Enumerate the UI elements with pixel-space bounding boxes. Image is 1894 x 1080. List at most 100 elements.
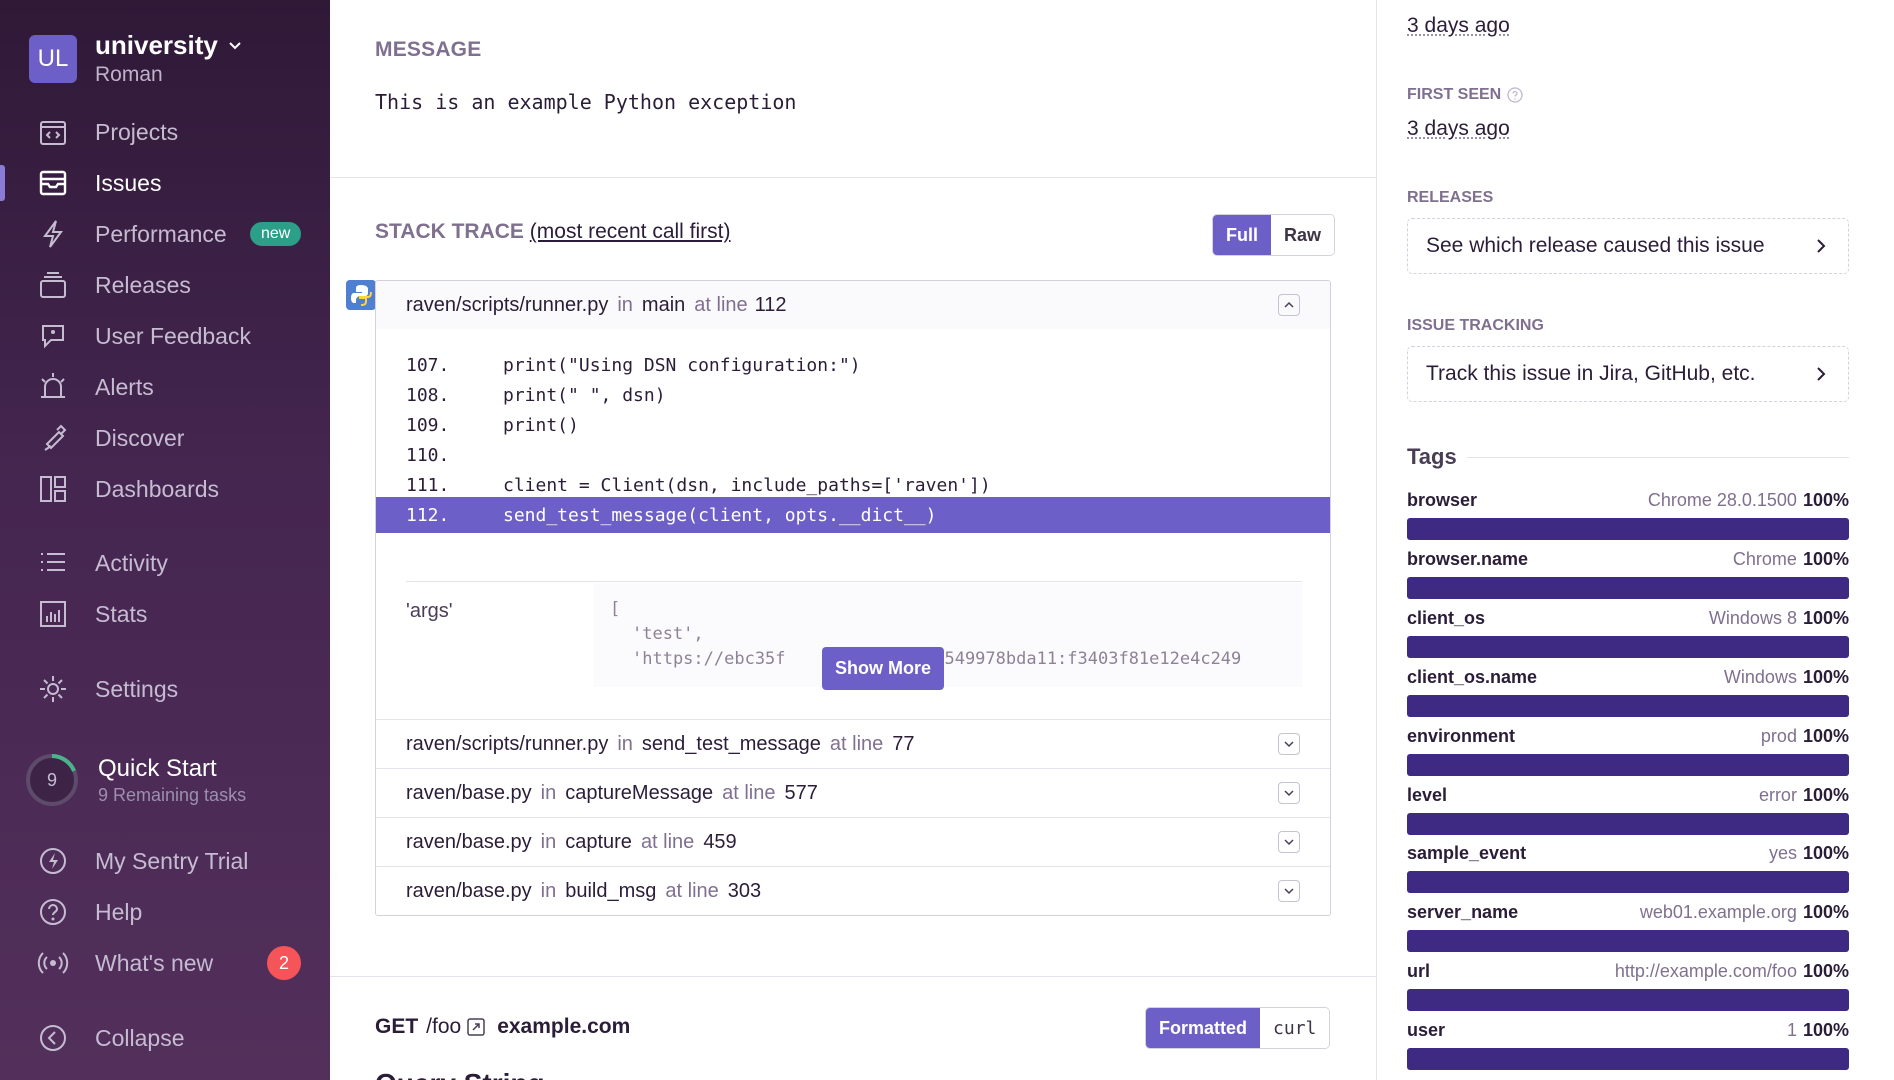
release-suspect-button[interactable]: See which release caused this issue [1407, 218, 1849, 274]
sidebar-collapse-button[interactable]: Collapse [0, 1016, 330, 1060]
tag-row[interactable]: browser Chrome 28.0.1500 100% [1407, 490, 1849, 540]
sidebar-item-projects[interactable]: Projects [0, 110, 330, 154]
sidebar-item-activity[interactable]: Activity [0, 541, 330, 585]
chevron-right-icon [1817, 239, 1826, 253]
stack-frame[interactable]: raven/base.py in captureMessage at line … [376, 769, 1330, 817]
frame-in-label: in [617, 732, 633, 755]
tag-value: 1 [1786, 1020, 1797, 1041]
last-seen-value[interactable]: 3 days ago [1407, 14, 1510, 38]
tag-distribution-bar[interactable] [1407, 1048, 1849, 1071]
first-seen-value[interactable]: 3 days ago [1407, 117, 1510, 141]
tag-key: user [1407, 1020, 1446, 1041]
tag-distribution-bar[interactable] [1407, 871, 1849, 894]
sidebar-item-help[interactable]: Help [0, 890, 330, 934]
expand-frame-button[interactable] [1278, 880, 1300, 902]
stack-frame[interactable]: raven/base.py in build_msg at line 303 [376, 867, 1330, 915]
sidebar-item-whats-new[interactable]: What's new 2 [0, 941, 330, 985]
tag-percent: 100% [1802, 784, 1849, 805]
sidebar-item-user-feedback[interactable]: User Feedback [0, 314, 330, 358]
stack-frame[interactable]: raven/base.py in capture at line 459 [376, 818, 1330, 866]
chevron-up-icon [1284, 301, 1294, 308]
curl-button[interactable]: curl [1260, 1008, 1330, 1048]
sidebar-item-discover[interactable]: Discover [0, 416, 330, 460]
message-section-title: MESSAGE [375, 38, 482, 61]
expand-frame-button[interactable] [1278, 733, 1300, 755]
org-switcher[interactable]: UL university Roman [29, 30, 242, 87]
tag-percent: 100% [1802, 961, 1849, 982]
sidebar-item-alerts[interactable]: Alerts [0, 365, 330, 409]
sidebar-item-dashboards[interactable]: Dashboards [0, 467, 330, 511]
lightning-icon [40, 848, 66, 874]
request-header: GET /foo example.com [375, 1015, 630, 1039]
stack-order-toggle[interactable]: (most recent call first) [530, 220, 731, 243]
tag-row[interactable]: browser.name Chrome 100% [1407, 549, 1849, 599]
whats-new-count-badge: 2 [267, 946, 301, 980]
tag-distribution-bar[interactable] [1407, 635, 1849, 658]
request-host: example.com [497, 1015, 631, 1038]
stack-view-toggle: Full Raw [1212, 214, 1336, 256]
tag-distribution-bar[interactable] [1407, 753, 1849, 776]
sidebar-item-label: Dashboards [95, 475, 220, 502]
tag-distribution-bar[interactable] [1407, 576, 1849, 599]
frame-at-label: at line [694, 293, 748, 316]
frame-line: 303 [727, 879, 762, 902]
tag-row[interactable]: user 1 100% [1407, 1020, 1849, 1071]
tag-distribution-fill [1407, 989, 1849, 1012]
sidebar-item-label: Releases [95, 271, 191, 298]
performance-icon [43, 220, 63, 248]
stack-frame[interactable]: raven/scripts/runner.py in main at line … [376, 281, 1330, 329]
tag-row[interactable]: server_name web01.example.org 100% [1407, 902, 1849, 953]
question-icon[interactable] [1507, 87, 1523, 103]
releases-label: RELEASES [1407, 189, 1494, 206]
divider [1467, 457, 1849, 458]
expand-frame-button[interactable] [1278, 831, 1300, 853]
tag-distribution-bar[interactable] [1407, 989, 1849, 1012]
dashboards-icon [40, 476, 66, 502]
tag-row[interactable]: sample_event yes 100% [1407, 843, 1849, 894]
sidebar-item-releases[interactable]: Releases [0, 263, 330, 307]
formatted-button[interactable]: Formatted [1146, 1008, 1261, 1048]
sidebar-item-label: Settings [95, 675, 179, 702]
frame-at-label: at line [829, 732, 884, 755]
tag-row[interactable]: level error 100% [1407, 785, 1849, 835]
line-number: 110. [406, 444, 450, 466]
frame-line: 577 [784, 781, 818, 804]
tag-distribution-bar[interactable] [1407, 694, 1849, 717]
quick-start[interactable]: 9 Quick Start 9 Remaining tasks [24, 752, 246, 808]
request-path: /foo [426, 1015, 462, 1038]
full-view-button[interactable]: Full [1213, 215, 1271, 255]
issue-tracking-button[interactable]: Track this issue in Jira, GitHub, etc. [1407, 346, 1849, 402]
show-more-button[interactable]: Show More [822, 647, 945, 690]
tag-row[interactable]: client_os Windows 8 100% [1407, 608, 1849, 658]
collapse-frame-button[interactable] [1278, 294, 1300, 316]
sidebar-item-stats[interactable]: Stats [0, 592, 330, 636]
tag-row[interactable]: url http://example.com/foo 100% [1407, 961, 1849, 1012]
sidebar-item-label: Help [95, 898, 143, 925]
frame-function: build_msg [565, 879, 657, 902]
sidebar-item-my-sentry-trial[interactable]: My Sentry Trial [0, 839, 330, 883]
org-name: university [95, 30, 218, 60]
frame-line: 112 [754, 293, 787, 316]
external-link-icon[interactable] [467, 1018, 485, 1036]
stack-trace: raven/scripts/runner.py in main at line … [375, 280, 1331, 916]
tag-row[interactable]: environment prod 100% [1407, 726, 1849, 776]
expand-frame-button[interactable] [1278, 782, 1300, 804]
tag-distribution-bar[interactable] [1407, 812, 1849, 835]
tag-percent: 100% [1802, 902, 1849, 923]
frame-in-label: in [540, 830, 557, 853]
tag-value: Windows 8 [1708, 607, 1797, 628]
tag-distribution-bar[interactable] [1407, 518, 1849, 540]
sidebar: UL university Roman Projects Issues Perf… [0, 0, 330, 1080]
sidebar-item-performance[interactable]: Performance new [0, 212, 330, 256]
variable-name: 'args' [406, 600, 453, 622]
code-text: client = Client(dsn, include_paths=['rav… [503, 474, 991, 496]
tag-key: environment [1407, 725, 1516, 746]
raw-view-button[interactable]: Raw [1271, 215, 1335, 255]
tag-distribution-bar[interactable] [1407, 930, 1849, 953]
tag-distribution-fill [1407, 694, 1849, 717]
sidebar-item-settings[interactable]: Settings [0, 667, 330, 711]
stack-frame[interactable]: raven/scripts/runner.py in send_test_mes… [376, 720, 1330, 768]
sidebar-item-issues[interactable]: Issues [0, 161, 330, 205]
query-string-heading: Query String [375, 1068, 545, 1080]
tag-row[interactable]: client_os.name Windows 100% [1407, 667, 1849, 717]
